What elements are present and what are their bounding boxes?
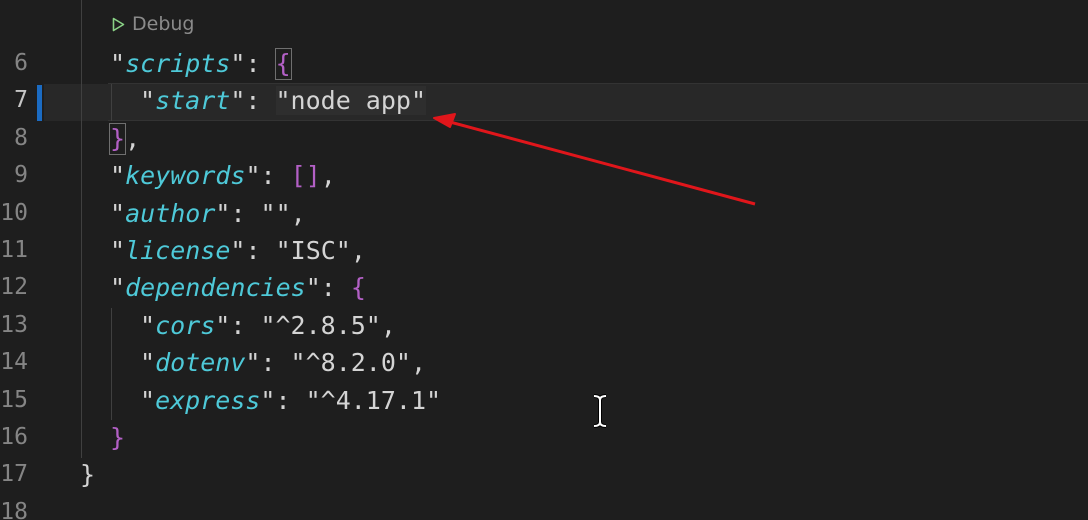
code-token: author [125,198,216,228]
code-token: [] [290,161,321,191]
code-token: " [110,273,126,303]
code-token: : [260,161,291,191]
code-token: " [110,198,126,228]
line-number: 9 [14,162,28,189]
code-token: : "", [230,198,306,228]
code-text: "keywords": [], [110,157,336,194]
play-icon [112,17,125,31]
code-line[interactable]: 10 "author": "", [0,195,1088,232]
code-token: : "^4.17.1" [275,385,442,415]
code-token: " [305,273,321,303]
code-token: express [155,385,261,415]
code-token: " [230,49,246,78]
code-token: { [274,48,292,80]
code-text: "scripts": { [110,45,292,82]
line-number: 12 [0,274,28,301]
code-token: , [320,161,336,191]
code-token: cors [155,310,216,340]
line-number: 11 [0,237,28,263]
code-line[interactable]: 15 "express": "^4.17.1" [0,382,1088,419]
code-line[interactable]: 17} [0,456,1088,493]
code-token: " [140,310,156,340]
code-text: "cors": "^2.8.5", [140,307,396,344]
code-token: " [140,348,156,378]
line-number: 15 [0,386,28,413]
code-token: , [125,123,141,153]
code-token: " [245,348,261,378]
code-line[interactable]: 8}, [0,120,1088,157]
code-token: keywords [125,161,246,191]
code-text: }, [108,120,141,157]
code-token: : [320,273,351,303]
code-line[interactable]: 16} [0,419,1088,456]
line-number: 18 [0,498,28,520]
code-token: } [80,460,96,490]
code-token: } [110,423,126,452]
code-line[interactable]: 13 "cors": "^2.8.5", [0,307,1088,344]
code-editor[interactable]: Debug 6 "scripts": {7 "start": "node app" 8… [0,0,1088,520]
code-text: } [110,419,125,456]
code-text: "dependencies": { [110,269,366,306]
code-token: " [110,49,126,78]
code-text: "express": "^4.17.1" [140,382,441,419]
code-token: : "^8.2.0", [260,348,427,378]
code-token: "node app" [275,86,427,116]
code-line[interactable]: 18 [0,494,1088,520]
code-token: " [260,385,276,415]
code-token: : "^2.8.5", [230,310,396,340]
code-line[interactable]: 12 "dependencies": { [0,269,1088,306]
code-line[interactable]: 11 "license": "ISC", [0,232,1088,269]
code-text: "start": "node app" [140,82,427,119]
code-token: " [245,161,261,191]
text-cursor-icon [593,394,607,428]
code-token: { [350,273,366,303]
line-number: 14 [0,349,28,376]
code-token: : "ISC", [245,236,366,265]
code-line[interactable]: 7 "start": "node app" [0,82,1088,119]
line-number: 10 [0,199,28,226]
code-token: " [140,86,156,116]
line-number: 16 [0,424,28,450]
code-token: : [245,86,276,116]
code-text: "dotenv": "^8.2.0", [140,344,426,381]
code-token: : [245,49,276,78]
line-number: 7 [14,87,28,114]
code-line[interactable]: 6 "scripts": { [0,45,1088,82]
code-line[interactable]: 9 "keywords": [], [0,157,1088,194]
code-token: license [125,236,231,265]
code-token: " [215,310,231,340]
code-token: " [215,198,231,228]
code-token: scripts [125,49,231,78]
line-number: 13 [0,311,28,338]
code-text: } [80,456,95,493]
code-token: dotenv [155,348,246,378]
code-text: "author": "", [110,195,306,232]
code-token: " [110,161,126,191]
debug-codelens-label: Debug [132,13,195,35]
line-number: 17 [0,461,28,488]
code-text: "license": "ISC", [110,232,366,269]
code-token: start [155,86,231,116]
code-token: " [230,86,246,116]
code-token: " [140,385,156,415]
line-number: 8 [14,124,28,151]
code-token: } [108,122,127,155]
debug-codelens[interactable]: Debug [112,10,194,38]
code-token: " [110,236,126,265]
line-number: 6 [14,50,28,76]
code-line[interactable]: 14 "dotenv": "^8.2.0", [0,344,1088,381]
code-token: dependencies [125,273,306,303]
code-token: " [230,236,246,265]
